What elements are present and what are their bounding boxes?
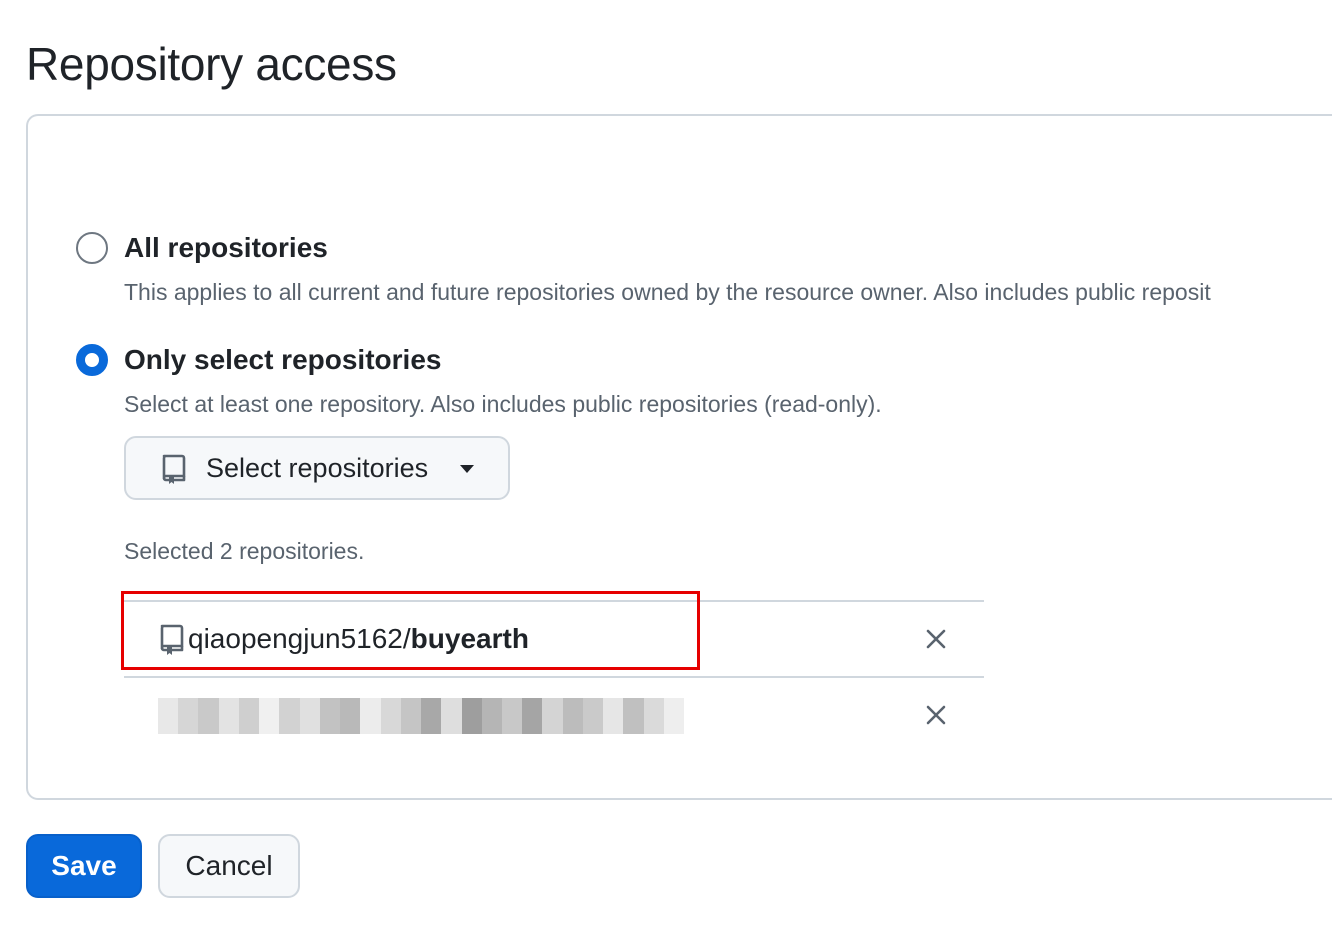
select-repositories-button[interactable]: Select repositories (124, 436, 510, 500)
repo-owner: qiaopengjun5162/ (188, 623, 411, 654)
x-icon[interactable] (924, 703, 948, 727)
list-item: qiaopengjun5162/buyearth (124, 600, 984, 676)
repo-icon (160, 454, 188, 489)
repo-icon (158, 624, 186, 661)
radio-all-repositories[interactable] (76, 232, 108, 264)
save-button[interactable]: Save (26, 834, 142, 898)
option-only-select-title[interactable]: Only select repositories (124, 342, 441, 378)
repo-name: buyearth (410, 623, 529, 654)
redacted-repo-name (158, 698, 685, 734)
option-only-select-description: Select at least one repository. Also inc… (124, 391, 882, 417)
repo-full-name: qiaopengjun5162/buyearth (188, 622, 529, 656)
selected-repositories-list: qiaopengjun5162/buyearth (124, 600, 984, 752)
option-all-repositories-title[interactable]: All repositories (124, 230, 328, 266)
selected-repositories-count: Selected 2 repositories. (124, 538, 365, 564)
radio-only-select-repositories[interactable] (76, 344, 108, 376)
cancel-button[interactable]: Cancel (158, 834, 300, 898)
list-item (124, 676, 984, 752)
select-repositories-label: Select repositories (206, 453, 429, 483)
x-icon[interactable] (924, 627, 948, 651)
chevron-down-icon (460, 465, 474, 473)
page-title: Repository access (26, 38, 397, 90)
option-all-repositories-description: This applies to all current and future r… (124, 279, 1211, 305)
